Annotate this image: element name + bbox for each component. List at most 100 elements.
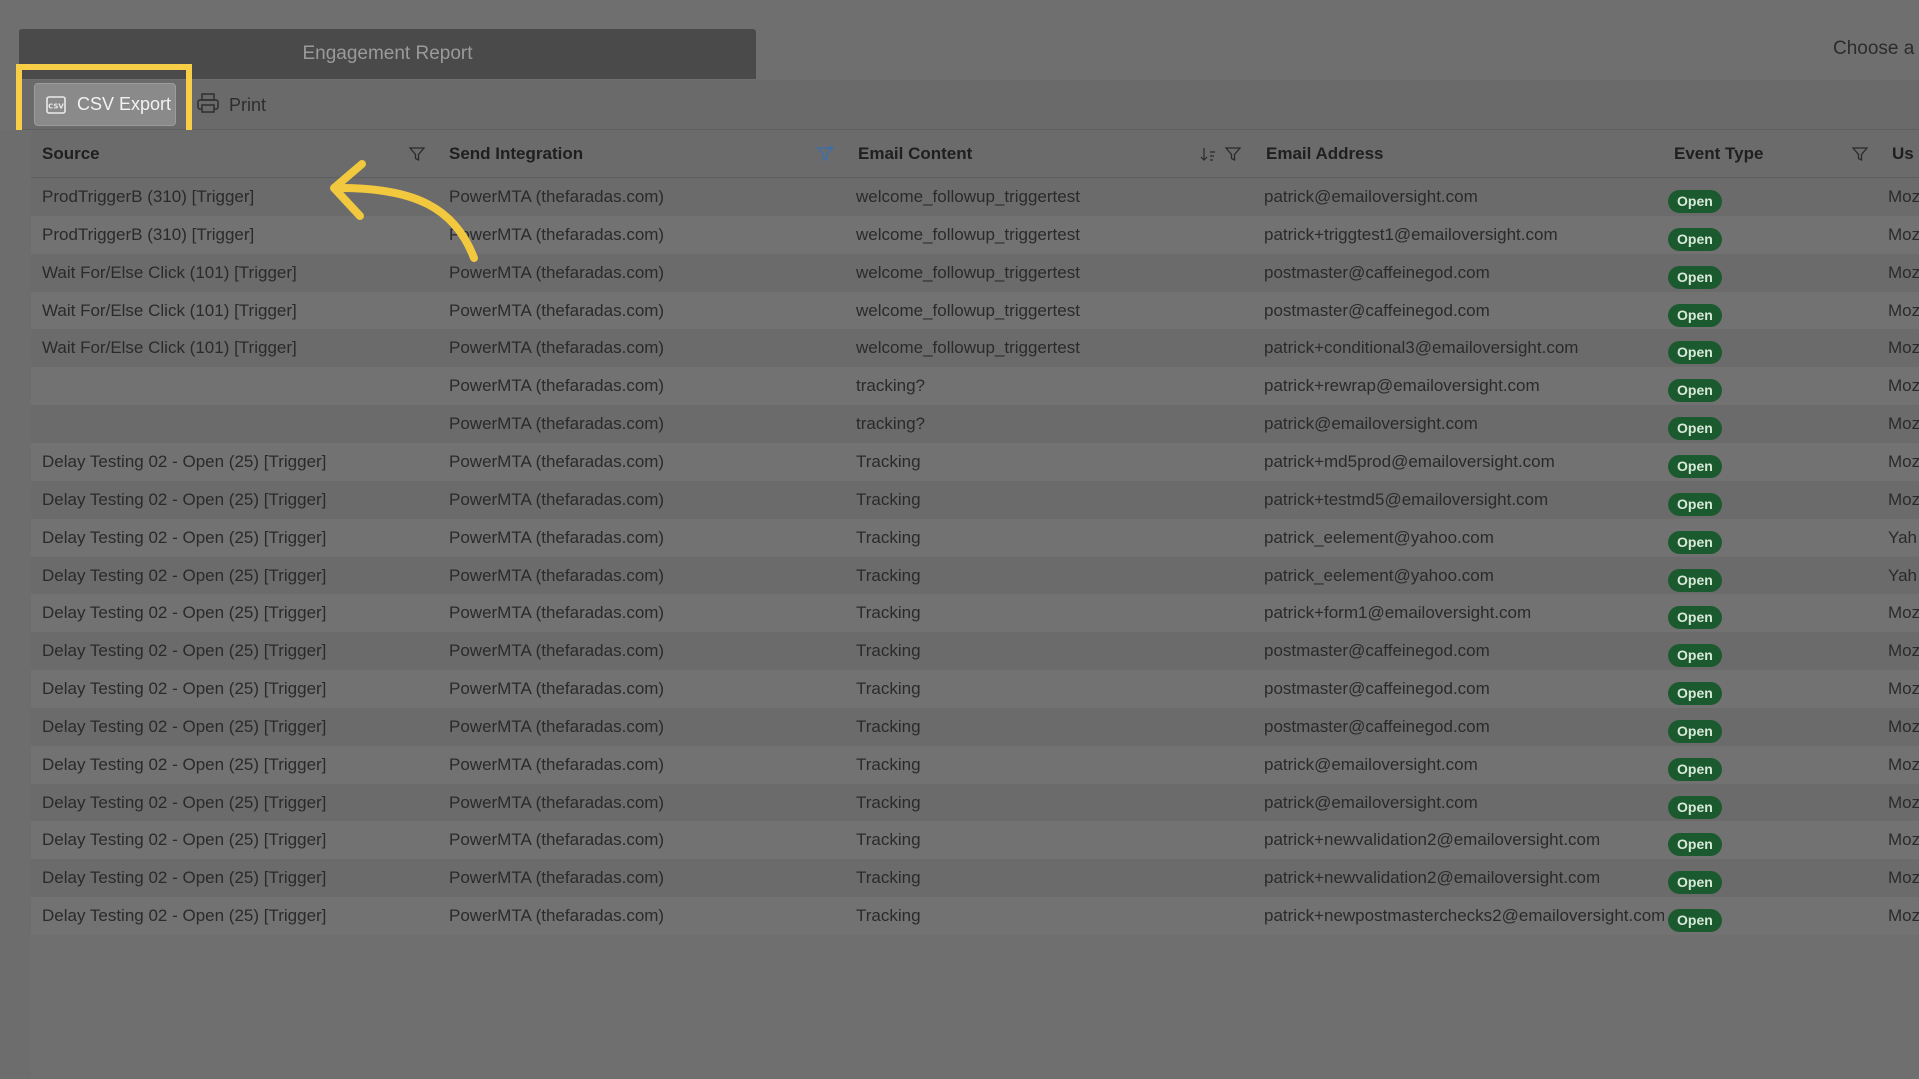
column-header-email-address[interactable]: Email Address bbox=[1266, 130, 1383, 178]
cell-email-content: Tracking bbox=[856, 565, 921, 585]
table-row[interactable]: PowerMTA (thefaradas.com) tracking? patric… bbox=[31, 367, 1919, 406]
cell-user-agent: Moz bbox=[1888, 489, 1919, 509]
sort-icon[interactable] bbox=[1199, 145, 1217, 163]
table-row[interactable]: Delay Testing 02 - Open (25) [Trigger] Po… bbox=[31, 670, 1919, 708]
filter-icon[interactable] bbox=[1224, 145, 1242, 163]
event-badge: Open bbox=[1668, 530, 1722, 554]
cell-send-integration: PowerMTA (thefaradas.com) bbox=[449, 489, 665, 509]
print-label: Print bbox=[229, 94, 267, 115]
table-row[interactable]: Wait For/Else Click (101) [Trigger] Power… bbox=[31, 253, 1919, 292]
cell-user-agent: Moz bbox=[1888, 830, 1919, 850]
cell-event-type: Open bbox=[1668, 367, 1788, 405]
table-row[interactable]: Delay Testing 02 - Open (25) [Trigger] Po… bbox=[31, 556, 1919, 595]
cell-user-agent: Yah bbox=[1888, 565, 1917, 585]
choose-period-label[interactable]: Choose a p bbox=[1833, 38, 1919, 60]
cell-event-type: Open bbox=[1668, 859, 1788, 897]
cell-user-agent: Moz bbox=[1888, 300, 1919, 320]
table-row[interactable]: ProdTriggerB (310) [Trigger] PowerMTA (th… bbox=[31, 215, 1919, 254]
cell-event-type: Open bbox=[1668, 557, 1788, 595]
cell-email-content: Tracking bbox=[856, 792, 921, 812]
cell-source: Delay Testing 02 - Open (25) [Trigger] bbox=[42, 527, 327, 547]
cell-source: Delay Testing 02 - Open (25) [Trigger] bbox=[42, 830, 327, 850]
cell-user-agent: Moz bbox=[1888, 868, 1919, 888]
column-header-user-agent[interactable]: Us bbox=[1892, 130, 1914, 178]
cell-user-agent: Moz bbox=[1888, 679, 1919, 699]
cell-send-integration: PowerMTA (thefaradas.com) bbox=[449, 679, 665, 699]
cell-user-agent: Moz bbox=[1888, 414, 1919, 434]
cell-source: Delay Testing 02 - Open (25) [Trigger] bbox=[42, 641, 327, 661]
cell-user-agent: Moz bbox=[1888, 754, 1919, 774]
cell-event-type: Open bbox=[1668, 897, 1788, 935]
cell-source bbox=[42, 367, 432, 405]
table-row[interactable]: Wait For/Else Click (101) [Trigger] Power… bbox=[31, 329, 1919, 368]
filter-icon[interactable] bbox=[1851, 145, 1869, 163]
cell-source: Delay Testing 02 - Open (25) [Trigger] bbox=[42, 906, 327, 926]
cell-source: Delay Testing 02 - Open (25) [Trigger] bbox=[42, 868, 327, 888]
cell-email-content: welcome_followup_triggertest bbox=[856, 338, 1080, 358]
column-header-event-type[interactable]: Event Type bbox=[1674, 130, 1763, 178]
event-badge: Open bbox=[1668, 568, 1722, 592]
cell-email-address: patrick@emailoversight.com bbox=[1264, 754, 1478, 774]
event-badge: Open bbox=[1668, 682, 1722, 706]
cell-email-content: Tracking bbox=[856, 754, 921, 774]
cell-email-content: Tracking bbox=[856, 603, 921, 623]
cell-source: Delay Testing 02 - Open (25) [Trigger] bbox=[42, 792, 327, 812]
table-row[interactable]: Delay Testing 02 - Open (25) [Trigger] Po… bbox=[31, 632, 1919, 671]
table-row[interactable]: Delay Testing 02 - Open (25) [Trigger] Po… bbox=[31, 594, 1919, 633]
cell-email-address: patrick@emailoversight.com bbox=[1264, 414, 1478, 434]
cell-email-content: Tracking bbox=[856, 641, 921, 661]
cell-source: Delay Testing 02 - Open (25) [Trigger] bbox=[42, 754, 327, 774]
cell-source: Delay Testing 02 - Open (25) [Trigger] bbox=[42, 565, 327, 585]
cell-event-type: Open bbox=[1668, 670, 1788, 708]
cell-send-integration: PowerMTA (thefaradas.com) bbox=[449, 338, 665, 358]
cell-event-type: Open bbox=[1668, 178, 1788, 216]
table-row[interactable]: Delay Testing 02 - Open (25) [Trigger] Po… bbox=[31, 859, 1919, 898]
table-row[interactable]: Delay Testing 02 - Open (25) [Trigger] Po… bbox=[31, 518, 1919, 557]
cell-email-address: postmaster@caffeinegod.com bbox=[1264, 716, 1490, 736]
event-badge: Open bbox=[1668, 757, 1722, 781]
table-row[interactable]: Wait For/Else Click (101) [Trigger] Power… bbox=[31, 291, 1919, 330]
event-badge: Open bbox=[1668, 833, 1722, 857]
table-row[interactable]: Delay Testing 02 - Open (25) [Trigger] Po… bbox=[31, 480, 1919, 519]
cell-event-type: Open bbox=[1668, 254, 1788, 292]
cell-send-integration: PowerMTA (thefaradas.com) bbox=[449, 641, 665, 661]
event-badge: Open bbox=[1668, 417, 1722, 441]
table-row[interactable]: PowerMTA (thefaradas.com) tracking? patric… bbox=[31, 405, 1919, 443]
table-row[interactable]: Delay Testing 02 - Open (25) [Trigger] Po… bbox=[31, 783, 1919, 822]
cell-send-integration: PowerMTA (thefaradas.com) bbox=[449, 224, 665, 244]
cell-user-agent: Yah bbox=[1888, 527, 1917, 547]
cell-email-content: Tracking bbox=[856, 716, 921, 736]
filter-icon[interactable] bbox=[816, 145, 834, 163]
column-header-source[interactable]: Source bbox=[42, 130, 100, 178]
cell-user-agent: Moz bbox=[1888, 224, 1919, 244]
cell-email-address: postmaster@caffeinegod.com bbox=[1264, 300, 1490, 320]
cell-email-content: welcome_followup_triggertest bbox=[856, 187, 1080, 206]
cell-source: Delay Testing 02 - Open (25) [Trigger] bbox=[42, 451, 327, 471]
cell-email-content: Tracking bbox=[856, 830, 921, 850]
cell-user-agent: Moz bbox=[1888, 338, 1919, 358]
cell-email-address: patrick+newvalidation2@emailoversight.co… bbox=[1264, 868, 1601, 888]
cell-email-content: Tracking bbox=[856, 679, 921, 699]
engagement-report-page: Engagement Report Choose a p CSV CSV Exp… bbox=[0, 0, 1919, 1079]
cell-user-agent: Moz bbox=[1888, 906, 1919, 926]
cell-event-type: Open bbox=[1668, 292, 1788, 330]
cell-email-address: patrick+md5prod@emailoversight.com bbox=[1264, 451, 1555, 471]
table-row[interactable]: Delay Testing 02 - Open (25) [Trigger] Po… bbox=[31, 745, 1919, 784]
column-header-email-content[interactable]: Email Content bbox=[858, 130, 972, 178]
print-button[interactable]: Print bbox=[196, 90, 266, 120]
event-badge: Open bbox=[1668, 606, 1722, 630]
event-badge: Open bbox=[1668, 795, 1722, 819]
cell-email-address: patrick+triggtest1@emailoversight.com bbox=[1264, 224, 1558, 244]
event-badge: Open bbox=[1668, 871, 1722, 895]
table-row[interactable]: Delay Testing 02 - Open (25) [Trigger] Po… bbox=[31, 897, 1919, 935]
table-row[interactable]: ProdTriggerB (310) [Trigger] PowerMTA (th… bbox=[31, 178, 1919, 216]
cell-user-agent: Moz bbox=[1888, 262, 1919, 282]
cell-send-integration: PowerMTA (thefaradas.com) bbox=[449, 376, 665, 396]
table-row[interactable]: Delay Testing 02 - Open (25) [Trigger] Po… bbox=[31, 707, 1919, 746]
cell-event-type: Open bbox=[1668, 594, 1788, 632]
table-row[interactable]: Delay Testing 02 - Open (25) [Trigger] Po… bbox=[31, 821, 1919, 860]
table-row[interactable]: Delay Testing 02 - Open (25) [Trigger] Po… bbox=[31, 442, 1919, 481]
cell-email-address: patrick+conditional3@emailoversight.com bbox=[1264, 338, 1579, 358]
cell-email-address: patrick+form1@emailoversight.com bbox=[1264, 603, 1532, 623]
cell-email-content: Tracking bbox=[856, 906, 921, 926]
